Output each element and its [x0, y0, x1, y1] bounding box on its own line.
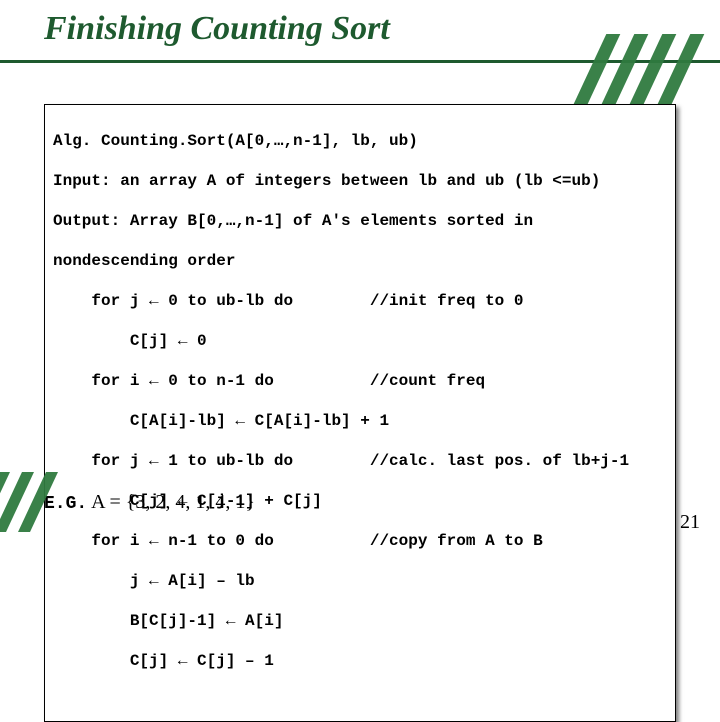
code-line: Input: an array A of integers between lb…	[53, 171, 667, 191]
code-line: nondescending order	[53, 251, 667, 271]
code-line: C[j] ← 0	[53, 331, 667, 351]
code-line: for i ← n-1 to 0 do //copy from A to B	[53, 531, 667, 551]
code-line: Output: Array B[0,…,n-1] of A's elements…	[53, 211, 667, 231]
code-line: for i ← 0 to n-1 do //count freq	[53, 371, 667, 391]
code-line: Alg. Counting.Sort(A[0,…,n-1], lb, ub)	[53, 131, 667, 151]
example-value: A = {3, 2, 4, 1, 4, 1}	[87, 491, 255, 513]
code-line: j ← A[i] – lb	[53, 571, 667, 591]
code-line: B[C[j]-1] ← A[i]	[53, 611, 667, 631]
decorative-bars-top	[590, 34, 710, 104]
code-line: C[A[i]-lb] ← C[A[i]-lb] + 1	[53, 411, 667, 431]
decorative-bars-bottom	[0, 472, 80, 532]
code-line: for j ← 1 to ub-lb do //calc. last pos. …	[53, 451, 667, 471]
page-number: 21	[680, 511, 700, 534]
slide-title: Finishing Counting Sort	[44, 10, 390, 48]
code-line: for j ← 0 to ub-lb do //init freq to 0	[53, 291, 667, 311]
slide: Finishing Counting Sort Alg. Counting.So…	[0, 0, 720, 540]
code-line: C[j] ← C[j] – 1	[53, 651, 667, 671]
algorithm-box: Alg. Counting.Sort(A[0,…,n-1], lb, ub) I…	[44, 104, 676, 722]
